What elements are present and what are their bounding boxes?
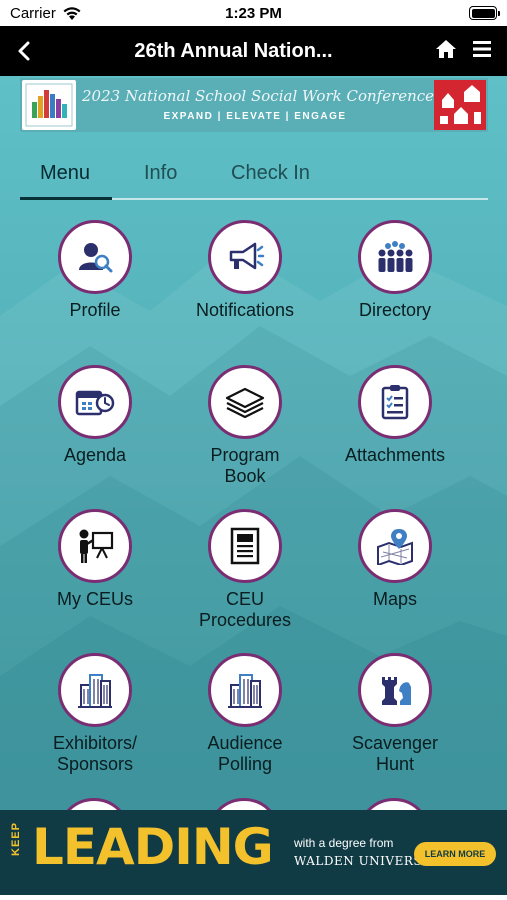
back-icon[interactable] — [14, 39, 34, 63]
menu-item-label: Profile — [69, 300, 121, 320]
menu-item-exhibitors-sponsors[interactable]: Exhibitors/Sponsors — [20, 653, 170, 775]
menu-item-directory[interactable]: Directory — [320, 220, 470, 321]
menu-item-label: My CEUs — [57, 589, 133, 609]
menu-item-program-book[interactable]: Program Book — [170, 365, 320, 487]
menu-item-label: Directory — [358, 300, 431, 320]
nav-bar: 26th Annual Nation... — [0, 26, 507, 76]
presenter-icon — [58, 509, 132, 583]
page-title: 26th Annual Nation... — [134, 40, 333, 62]
menu-item-attachments[interactable]: Attachments — [320, 365, 470, 466]
menu-item-maps[interactable]: Maps — [320, 509, 470, 610]
map-pin-icon — [358, 509, 432, 583]
menu-item-label: Maps — [372, 589, 417, 609]
menu-item-label: Scavenger Hunt — [351, 733, 439, 774]
main-content[interactable]: 2023 National School Social Work Confere… — [0, 76, 507, 810]
building-icon — [208, 653, 282, 727]
chess-icon — [358, 653, 432, 727]
megaphone-icon — [208, 220, 282, 294]
school-houses-logo — [434, 80, 486, 130]
menu-item-agenda[interactable]: Agenda — [20, 365, 170, 466]
learn-more-button[interactable]: LEARN MORE — [414, 842, 496, 866]
menu-item-ceu-procedures[interactable]: CEU Procedures — [170, 509, 320, 631]
battery-icon — [469, 6, 500, 20]
menu-item-label: Agenda — [63, 445, 127, 465]
active-tab-indicator — [20, 197, 112, 200]
hamburger-menu-icon[interactable] — [472, 39, 492, 59]
tab-menu[interactable]: Menu — [40, 162, 90, 185]
status-bar: Carrier 1:23 PM — [0, 0, 507, 26]
menu-item-scavenger-hunt[interactable]: Scavenger Hunt — [320, 653, 470, 775]
menu-item-label: Exhibitors/Sponsors — [52, 733, 138, 774]
book-stack-icon — [208, 365, 282, 439]
ad-headline: LEADING — [32, 818, 274, 876]
people-icon — [358, 220, 432, 294]
calendar-clock-icon — [58, 365, 132, 439]
building-icon — [58, 653, 132, 727]
menu-item-my-ceus[interactable]: My CEUs — [20, 509, 170, 610]
tab-check-in[interactable]: Check In — [231, 162, 310, 185]
profile-icon — [58, 220, 132, 294]
menu-item-audience-polling[interactable]: Audience Polling — [170, 653, 320, 775]
menu-item-label: Program Book — [210, 445, 280, 486]
menu-item-notifications[interactable]: Notifications — [170, 220, 320, 321]
conference-banner[interactable]: 2023 National School Social Work Confere… — [20, 78, 488, 132]
banner-title: 2023 National School Social Work Confere… — [82, 87, 435, 105]
banner-tagline: EXPAND | ELEVATE | ENGAGE — [163, 111, 347, 122]
ad-banner[interactable]: KEEP LEADING with a degree from WALDEN U… — [0, 810, 507, 895]
clock: 1:23 PM — [225, 5, 282, 22]
tab-bar: Menu Info Check In — [20, 154, 488, 200]
conference-logo — [22, 80, 76, 130]
clipboard-icon — [358, 365, 432, 439]
menu-item-label: Attachments — [344, 445, 446, 465]
home-icon[interactable] — [435, 38, 457, 60]
ad-keep-text: KEEP — [10, 822, 22, 856]
menu-item-profile[interactable]: Profile — [20, 220, 170, 321]
menu-item-label: CEU Procedures — [198, 589, 292, 630]
menu-item-label: Notifications — [195, 300, 295, 320]
document-icon — [208, 509, 282, 583]
ad-subline: with a degree from — [294, 836, 394, 850]
tab-info[interactable]: Info — [144, 162, 177, 185]
menu-item-label: Audience Polling — [207, 733, 283, 774]
